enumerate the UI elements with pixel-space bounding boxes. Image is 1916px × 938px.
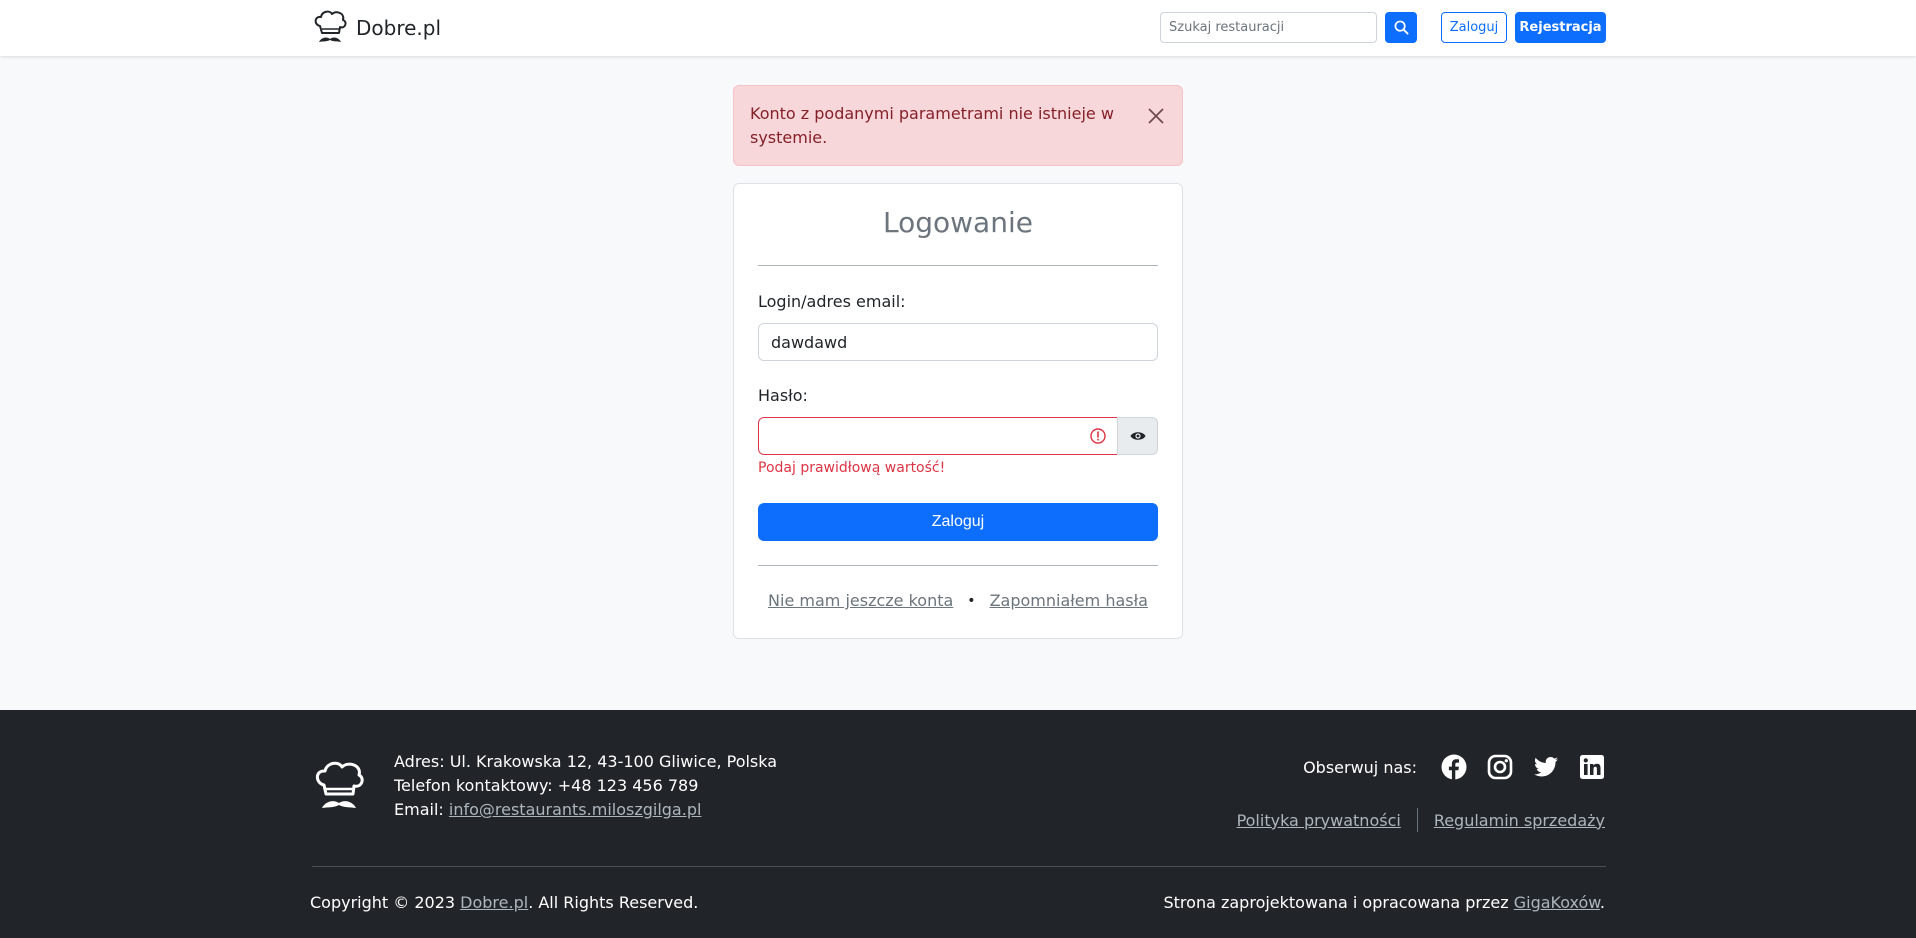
search-button[interactable]	[1385, 12, 1417, 43]
footer-email-row: Email: info@restaurants.miloszgilga.pl	[394, 798, 777, 822]
chef-hat-logo-icon	[315, 761, 364, 808]
designer-link[interactable]: GigaKoxów	[1514, 893, 1600, 912]
footer-legal-links: Polityka prywatności Regulamin sprzedaży	[1237, 808, 1605, 832]
links-divider	[758, 565, 1158, 566]
auth-links: Nie mam jeszcze konta • Zapomniałem hasł…	[734, 591, 1182, 610]
footer-email-link[interactable]: info@restaurants.miloszgilga.pl	[449, 800, 702, 819]
footer: Adres: Ul. Krakowska 12, 43-100 Gliwice,…	[0, 710, 1916, 938]
designed-prefix: Strona zaprojektowana i opracowana przez	[1163, 893, 1514, 912]
submit-login-button[interactable]: Zaloguj	[758, 503, 1158, 541]
copyright: Copyright © 2023 Dobre.pl. All Rights Re…	[310, 893, 698, 912]
login-title: Logowanie	[883, 206, 1033, 239]
copyright-prefix: Copyright © 2023	[310, 893, 461, 912]
footer-email-label: Email:	[394, 800, 449, 819]
alert-message: Konto z podanymi parametrami nie istniej…	[750, 104, 1114, 147]
forgot-password-link[interactable]: Zapomniałem hasła	[990, 591, 1148, 610]
designed-suffix: .	[1599, 893, 1605, 912]
chef-hat-logo-icon	[314, 10, 347, 42]
password-error-message: Podaj prawidłową wartość!	[758, 460, 946, 476]
brand-link[interactable]: Dobre.pl	[312, 8, 441, 48]
footer-contact: Adres: Ul. Krakowska 12, 43-100 Gliwice,…	[394, 750, 777, 822]
close-icon	[1148, 108, 1164, 124]
follow-label: Obserwuj nas:	[1303, 757, 1417, 777]
legal-links-divider	[1416, 808, 1418, 832]
social-follow: Obserwuj nas:	[1303, 754, 1605, 780]
eye-icon	[1130, 432, 1145, 440]
twitter-icon	[1534, 757, 1558, 777]
twitter-link[interactable]	[1533, 754, 1559, 780]
search-icon	[1394, 20, 1409, 35]
alert-close-button[interactable]	[1144, 104, 1168, 128]
linkedin-icon	[1580, 755, 1604, 779]
toggle-password-visibility-button[interactable]	[1117, 417, 1158, 455]
footer-phone: Telefon kontaktowy: +48 123 456 789	[394, 776, 699, 795]
invalid-exclamation-icon	[1090, 428, 1106, 444]
designed-by: Strona zaprojektowana i opracowana przez…	[1164, 893, 1606, 912]
brand-name: Dobre.pl	[356, 16, 442, 40]
privacy-policy-link[interactable]: Polityka prywatności	[1237, 811, 1401, 830]
copyright-brand-link[interactable]: Dobre.pl	[460, 893, 528, 912]
error-alert: Konto z podanymi parametrami nie istniej…	[733, 85, 1183, 166]
search-input[interactable]	[1160, 12, 1377, 43]
no-account-link[interactable]: Nie mam jeszcze konta	[768, 591, 953, 610]
header-register-button[interactable]: Rejestracja	[1515, 12, 1606, 43]
footer-address: Adres: Ul. Krakowska 12, 43-100 Gliwice,…	[394, 752, 778, 771]
title-divider	[758, 265, 1158, 266]
password-label: Hasło:	[758, 386, 808, 405]
footer-divider	[312, 866, 1606, 867]
login-label: Login/adres email:	[758, 292, 906, 311]
facebook-link[interactable]	[1441, 754, 1467, 780]
login-input[interactable]: dawdawd	[758, 323, 1158, 361]
navbar: Dobre.pl Zaloguj Rejestracja	[0, 0, 1916, 56]
terms-link[interactable]: Regulamin sprzedaży	[1434, 811, 1605, 830]
instagram-link[interactable]	[1487, 754, 1513, 780]
password-input[interactable]	[758, 417, 1118, 455]
linkedin-link[interactable]	[1579, 754, 1605, 780]
instagram-icon	[1487, 754, 1513, 780]
copyright-suffix: . All Rights Reserved.	[528, 893, 699, 912]
links-separator: •	[967, 592, 976, 609]
login-input-value: dawdawd	[771, 332, 848, 352]
login-card: Logowanie Login/adres email: dawdawd Has…	[733, 183, 1183, 639]
header-login-button[interactable]: Zaloguj	[1441, 12, 1507, 43]
facebook-icon	[1441, 754, 1467, 780]
